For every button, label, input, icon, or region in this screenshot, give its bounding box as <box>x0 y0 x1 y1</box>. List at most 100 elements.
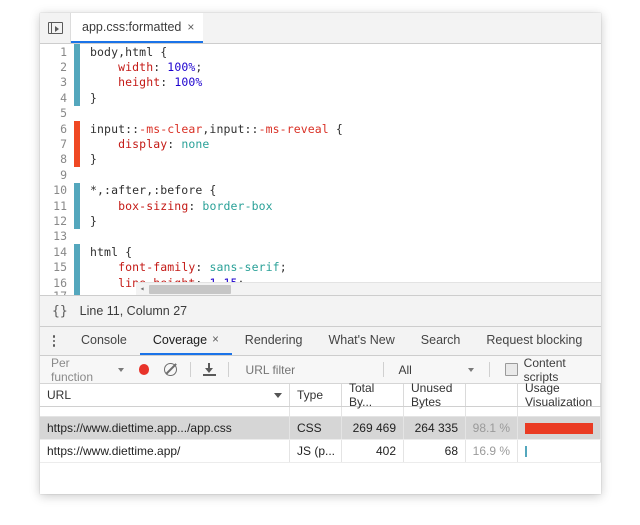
code-line: 8} <box>40 151 601 168</box>
column-header-label: Type <box>297 388 324 402</box>
toolbar-divider <box>382 362 384 377</box>
code-line: 7 display: none <box>40 136 601 152</box>
drawer-tab-coverage[interactable]: Coverage × <box>139 327 232 355</box>
column-header-url[interactable]: URL <box>40 384 290 406</box>
code-line: 13 <box>40 229 601 244</box>
line-number: 13 <box>53 229 67 244</box>
navigator-toggle-button[interactable] <box>40 13 71 43</box>
coverage-toolbar: Per function All Content scripts <box>40 356 601 384</box>
code-line: 3 height: 100% <box>40 74 601 91</box>
line-number: 2 <box>60 60 67 75</box>
code-line: 15 font-family: sans-serif; <box>40 259 601 275</box>
code-text: box-sizing: border-box <box>118 198 273 213</box>
toolbar-divider <box>489 362 491 377</box>
code-text: body,html { <box>90 44 168 59</box>
line-number: 3 <box>60 75 67 90</box>
close-icon[interactable]: × <box>212 334 219 346</box>
cell-total-bytes: 269 469 <box>342 417 404 439</box>
code-line: 9 <box>40 167 601 182</box>
table-row[interactable]: https://www.diettime.app...JS <box>40 407 601 417</box>
coverage-table: URL Type Total By... Unused Bytes Usage Visu… <box>40 381 601 485</box>
usage-bar <box>525 445 527 457</box>
code-text: display: none <box>118 137 210 152</box>
drawer-tab-bar: Console Coverage × Rendering What's New Searc… <box>40 327 601 356</box>
line-number: 15 <box>53 260 67 275</box>
line-number: 4 <box>60 90 67 105</box>
table-empty-area <box>40 463 601 485</box>
column-header-usage-visualization[interactable]: Usage Visualization <box>518 381 601 409</box>
line-number: 6 <box>60 121 67 136</box>
sources-tab-strip: app.css:formatted × <box>40 13 601 44</box>
coverage-gutter-used <box>74 290 80 295</box>
code-text: width: 100%; <box>118 60 203 75</box>
panel-left-icon <box>47 22 63 34</box>
type-filter-dropdown[interactable]: All <box>391 363 483 377</box>
screenshot-root: app.css:formatted × 1 body,html {2 width:… <box>0 0 640 525</box>
code-line: 4} <box>40 90 601 106</box>
code-text: } <box>90 152 98 167</box>
column-header-unused-bytes[interactable]: Unused Bytes <box>404 381 466 409</box>
drawer-tab-label: Rendering <box>244 333 303 347</box>
table-row[interactable]: https://www.diettime.app/JS (p... 402 68 16… <box>40 440 601 463</box>
code-editor[interactable]: 1 body,html {2 width: 100%; 3 height: 100%… <box>40 44 601 295</box>
editor-horizontal-scrollbar[interactable]: ◂ <box>136 282 601 295</box>
more-options-button[interactable] <box>40 327 68 355</box>
drawer-tab-request-blocking[interactable]: Request blocking <box>473 327 595 355</box>
column-header-label: Usage Visualization <box>525 381 593 409</box>
coverage-table-body: https://www.diettime.app...JShttps://www… <box>40 407 601 463</box>
cell-unused-bytes: 264 335 <box>404 417 466 439</box>
line-number: 16 <box>53 275 67 290</box>
drawer-tab-rendering[interactable]: Rendering <box>232 327 316 355</box>
line-number: 14 <box>53 244 67 259</box>
editor-status-bar: {} Line 11, Column 27 <box>40 295 601 327</box>
cell-usage-visualization <box>518 407 601 416</box>
line-number: 12 <box>53 213 67 228</box>
checkbox-box[interactable] <box>505 363 518 376</box>
line-number: 7 <box>60 137 67 152</box>
scroll-left-arrow-icon[interactable]: ◂ <box>136 285 148 293</box>
cell-type: JS <box>290 407 342 416</box>
drawer-tab-console[interactable]: Console <box>68 327 140 355</box>
cursor-position-text: Line 11, Column 27 <box>79 304 188 318</box>
coverage-gutter-none <box>74 229 80 244</box>
type-filter-value: All <box>398 362 412 377</box>
download-icon[interactable] <box>202 363 216 376</box>
cell-url: https://www.diettime.app... <box>40 407 290 416</box>
url-filter-input[interactable] <box>235 362 376 377</box>
cell-total-bytes: 402 <box>342 440 404 462</box>
record-circle-icon[interactable] <box>138 364 150 375</box>
cell-type: CSS <box>290 417 342 439</box>
code-text: *,:after,:before { <box>90 183 217 198</box>
code-line: 2 width: 100%; <box>40 59 601 75</box>
cell-usage-visualization <box>518 417 601 439</box>
coverage-gutter-none <box>74 106 80 121</box>
code-text: input::-ms-clear,input::-ms-reveal { <box>90 121 343 136</box>
clear-no-entry-icon[interactable] <box>164 363 178 376</box>
column-header-label: Total By... <box>349 381 375 409</box>
granularity-label: Per function <box>51 355 94 384</box>
column-header-label: Unused Bytes <box>411 381 453 409</box>
content-scripts-label: Content scripts <box>523 355 566 384</box>
drawer-tab-search[interactable]: Search <box>408 327 474 355</box>
cell-url: https://www.diettime.app/ <box>40 440 290 462</box>
content-scripts-checkbox[interactable]: Content scripts <box>497 356 601 384</box>
granularity-dropdown[interactable]: Per function <box>40 356 133 384</box>
cell-unused-bytes <box>404 407 466 416</box>
source-tab-label: app.css:formatted <box>82 20 182 34</box>
column-header-type[interactable]: Type <box>290 384 342 406</box>
chevron-down-icon <box>468 367 475 372</box>
column-header-percent[interactable] <box>466 384 518 406</box>
scrollbar-thumb[interactable] <box>149 284 231 294</box>
column-header-total-by-[interactable]: Total By... <box>342 381 404 409</box>
column-header-label: URL <box>47 388 72 402</box>
source-tab-app-css[interactable]: app.css:formatted × <box>71 13 204 43</box>
code-line: 10 *,:after,:before { <box>40 182 601 198</box>
kebab-dot <box>52 339 56 343</box>
usage-bar <box>525 422 593 434</box>
cell-usage-visualization <box>518 440 601 462</box>
pretty-print-icon[interactable]: {} <box>52 304 68 319</box>
table-row[interactable]: https://www.diettime.app.../app.css CSS 26… <box>40 417 601 440</box>
drawer-tab-what-s-new[interactable]: What's New <box>315 327 407 355</box>
code-text: html { <box>90 244 133 259</box>
close-icon[interactable]: × <box>187 21 194 33</box>
